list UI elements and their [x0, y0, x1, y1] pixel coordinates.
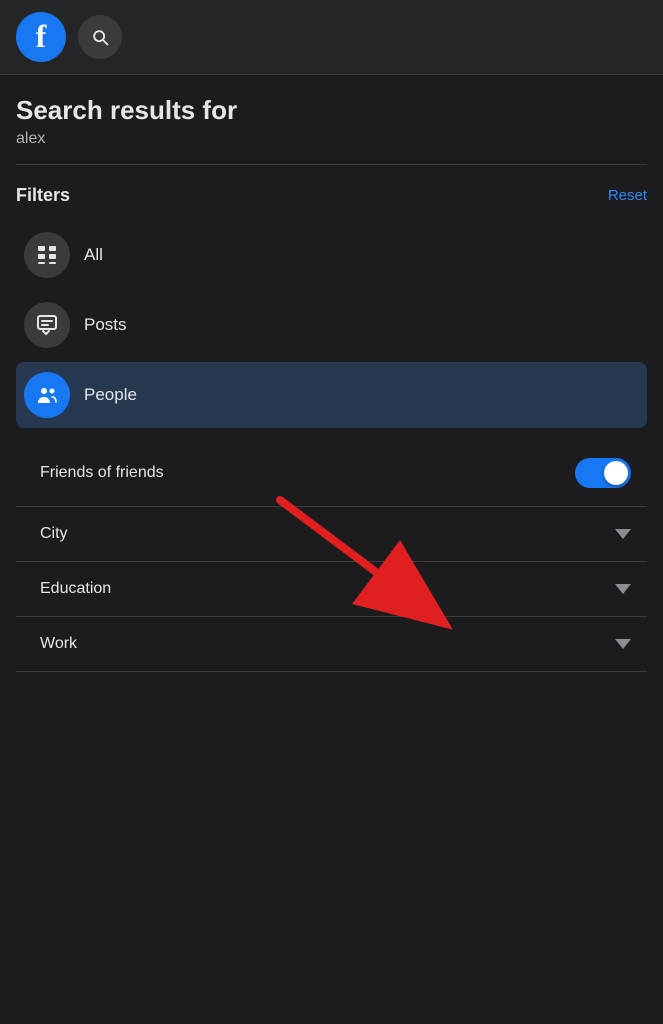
sub-filter-city[interactable]: City	[16, 507, 647, 562]
filter-item-people[interactable]: People	[16, 362, 647, 428]
filter-item-all[interactable]: All	[16, 222, 647, 288]
filter-all-label: All	[84, 245, 103, 265]
friends-of-friends-label: Friends of friends	[40, 464, 164, 482]
education-dropdown-arrow	[615, 584, 631, 594]
education-label: Education	[40, 580, 111, 598]
toggle-track	[575, 458, 631, 488]
work-dropdown-arrow	[615, 639, 631, 649]
search-results-heading: Search results for	[16, 95, 647, 126]
search-button[interactable]	[78, 15, 122, 59]
search-icon	[90, 27, 110, 47]
facebook-logo[interactable]: f	[16, 12, 66, 62]
filter-people-label: People	[84, 385, 137, 405]
sub-filter-friends-of-friends[interactable]: Friends of friends	[16, 440, 647, 507]
fb-logo-text: f	[36, 20, 47, 52]
all-icon	[35, 243, 59, 267]
sub-filter-work[interactable]: Work	[16, 617, 647, 672]
header: f	[0, 0, 663, 75]
sub-filter-education[interactable]: Education	[16, 562, 647, 617]
posts-icon-circle	[24, 302, 70, 348]
filters-header: Filters Reset	[16, 185, 647, 206]
search-query: alex	[16, 130, 647, 148]
work-label: Work	[40, 635, 77, 653]
filters-title: Filters	[16, 185, 70, 206]
filter-posts-label: Posts	[84, 315, 127, 335]
section-divider	[16, 164, 647, 165]
posts-icon	[35, 313, 59, 337]
page-wrapper: f Search results for alex Filters Reset	[0, 0, 663, 672]
sub-filters: Friends of friends City Education Work	[16, 432, 647, 672]
people-icon-circle	[24, 372, 70, 418]
toggle-thumb	[604, 461, 628, 485]
filter-item-posts[interactable]: Posts	[16, 292, 647, 358]
city-dropdown-arrow	[615, 529, 631, 539]
reset-button[interactable]: Reset	[608, 187, 647, 204]
people-icon	[35, 383, 59, 407]
all-icon-circle	[24, 232, 70, 278]
city-label: City	[40, 525, 68, 543]
main-content: Search results for alex Filters Reset Al…	[0, 75, 663, 672]
friends-of-friends-toggle[interactable]	[575, 458, 631, 488]
